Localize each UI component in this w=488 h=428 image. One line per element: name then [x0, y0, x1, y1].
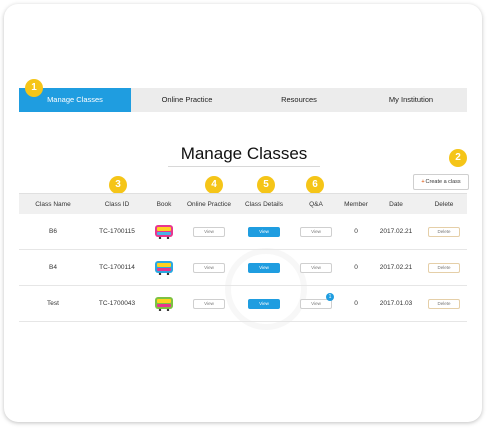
delete-button[interactable]: Delete [428, 262, 460, 273]
callout-badge-5: 5 [257, 176, 275, 194]
english-bus-logo-icon [154, 259, 174, 275]
class-details-cell: View [237, 298, 291, 309]
create-class-label: Create a class [425, 179, 461, 185]
class-date: 2017.01.03 [379, 300, 413, 307]
create-class-button[interactable]: +Create a class [413, 174, 469, 190]
page-title: Manage Classes [180, 144, 308, 163]
class-date: 2017.02.21 [379, 264, 413, 271]
qa-cell: View [291, 226, 341, 237]
tab-my-institution[interactable]: My Institution [355, 88, 467, 112]
member-count: 0 [354, 300, 358, 307]
member-count: 0 [354, 228, 358, 235]
delete-button[interactable]: Delete [428, 226, 460, 237]
class-name: B4 [49, 264, 57, 271]
class-id: TC-1700115 [99, 228, 135, 235]
plus-icon: + [421, 179, 425, 185]
main-nav: Manage Classes Online Practice Resources… [19, 88, 467, 112]
online-practice-cell: View [181, 262, 237, 273]
header-class-details: Class Details [245, 200, 283, 208]
class-date: 2017.02.21 [379, 228, 413, 235]
header-book: Book [156, 200, 172, 208]
header-online-practice: Online Practice [186, 200, 232, 208]
header-date: Date [389, 200, 403, 208]
header-class-name: Class Name [35, 200, 71, 208]
table-row: B4 TC-1700114 View View View 0 2017.02.2… [19, 250, 467, 286]
table-row: Test TC-1700043 View View View 1 0 2017.0… [19, 286, 467, 322]
class-id: TC-1700043 [98, 300, 136, 307]
title-divider [168, 166, 320, 167]
qa-cell: View [291, 262, 341, 273]
class-details-view-button[interactable]: View [248, 226, 280, 237]
header-delete: Delete [434, 200, 454, 208]
table-row: B6 TC-1700115 View View View 0 2017.02.2… [19, 214, 467, 250]
tab-resources[interactable]: Resources [243, 88, 355, 112]
tab-online-practice[interactable]: Online Practice [131, 88, 243, 112]
online-practice-cell: View [181, 298, 237, 309]
table-header-row: Class Name Class ID Book Online Practice… [19, 193, 467, 214]
member-count: 0 [354, 264, 358, 271]
delete-button[interactable]: Delete [428, 298, 460, 309]
qa-cell: View 1 [291, 292, 341, 309]
delete-cell: Delete [421, 298, 467, 309]
callout-badge-1: 1 [25, 79, 43, 97]
english-bus-logo-icon [154, 295, 174, 311]
delete-cell: Delete [421, 262, 467, 273]
class-id: TC-1700114 [99, 264, 135, 271]
class-details-cell: View [237, 226, 291, 237]
book-cell [147, 295, 181, 313]
book-cell [147, 223, 181, 241]
online-practice-cell: View [181, 226, 237, 237]
english-bus-logo-icon [154, 223, 174, 239]
class-details-cell: View [237, 262, 291, 273]
callout-badge-4: 4 [205, 176, 223, 194]
class-details-view-button[interactable]: View [248, 298, 280, 309]
qa-view-button[interactable]: View [300, 262, 332, 273]
header-class-id: Class ID [104, 200, 130, 208]
class-name: Test [47, 300, 59, 307]
online-practice-view-button[interactable]: View [193, 226, 225, 237]
online-practice-view-button[interactable]: View [193, 262, 225, 273]
qa-notification-badge: 1 [326, 292, 334, 301]
qa-view-button[interactable]: View [300, 226, 332, 237]
online-practice-view-button[interactable]: View [193, 298, 225, 309]
header-qa: Q&A [309, 200, 323, 208]
delete-cell: Delete [421, 226, 467, 237]
callout-badge-3: 3 [109, 176, 127, 194]
callout-badge-6: 6 [306, 176, 324, 194]
class-details-view-button[interactable]: View [248, 262, 280, 273]
book-cell [147, 259, 181, 277]
class-name: B6 [49, 228, 57, 235]
header-member: Member [344, 200, 368, 208]
classes-table: Class Name Class ID Book Online Practice… [19, 193, 467, 322]
